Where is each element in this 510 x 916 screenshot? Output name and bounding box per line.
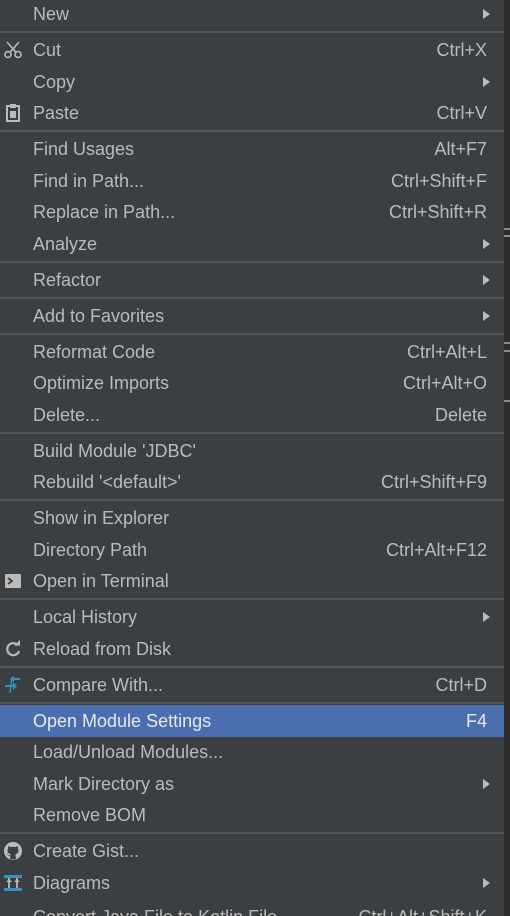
reload-icon bbox=[3, 639, 23, 659]
scissors-icon bbox=[3, 40, 23, 60]
shortcut-label: Ctrl+Alt+L bbox=[406, 341, 487, 362]
menu-item-label: Convert Java File to Kotlin File bbox=[33, 907, 277, 916]
menu-item-open-module-settings[interactable]: Open Module Settings F4 bbox=[0, 705, 504, 737]
separator bbox=[0, 31, 504, 33]
shortcut-label: Alt+F7 bbox=[434, 138, 487, 159]
menu-item-rebuild[interactable]: Rebuild '<default>' Ctrl+Shift+F9 bbox=[0, 467, 504, 497]
menu-item-label: Replace in Path... bbox=[33, 201, 176, 222]
diagram-icon bbox=[3, 873, 23, 893]
menu-item-label: Delete... bbox=[33, 404, 101, 425]
menu-item-delete[interactable]: Delete... Delete bbox=[0, 400, 504, 430]
menu-item-label: Reload from Disk bbox=[33, 638, 172, 659]
shortcut-label: Ctrl+V bbox=[436, 102, 487, 123]
menu-item-label: Analyze bbox=[33, 233, 98, 254]
menu-item-find-in-path[interactable]: Find in Path... Ctrl+Shift+F bbox=[0, 166, 504, 196]
menu-item-directory-path[interactable]: Directory Path Ctrl+Alt+F12 bbox=[0, 535, 504, 565]
menu-item-label: Paste bbox=[33, 102, 80, 123]
menu-item-copy[interactable]: Copy bbox=[0, 67, 504, 97]
menu-item-open-in-terminal[interactable]: Open in Terminal bbox=[0, 566, 504, 596]
menu-item-new[interactable]: New bbox=[0, 0, 504, 29]
submenu-arrow-icon bbox=[483, 311, 490, 321]
compare-icon bbox=[3, 675, 23, 695]
clipboard-icon bbox=[3, 103, 23, 123]
menu-item-remove-bom[interactable]: Remove BOM bbox=[0, 800, 504, 830]
menu-item-label: Local History bbox=[33, 606, 138, 627]
menu-item-diagrams[interactable]: Diagrams bbox=[0, 868, 504, 898]
separator bbox=[0, 333, 504, 335]
menu-item-label: Remove BOM bbox=[33, 804, 147, 825]
menu-item-reformat-code[interactable]: Reformat Code Ctrl+Alt+L bbox=[0, 337, 504, 367]
menu-item-build-module[interactable]: Build Module 'JDBC' bbox=[0, 436, 504, 466]
shortcut-label: Ctrl+Alt+Shift+K bbox=[358, 907, 487, 916]
menu-item-convert-java-to-kotlin[interactable]: Convert Java File to Kotlin File Ctrl+Al… bbox=[0, 902, 504, 916]
menu-item-optimize-imports[interactable]: Optimize Imports Ctrl+Alt+O bbox=[0, 368, 504, 398]
menu-item-label: Show in Explorer bbox=[33, 507, 170, 528]
menu-item-label: Mark Directory as bbox=[33, 773, 175, 794]
separator bbox=[0, 702, 504, 704]
menu-item-label: Find in Path... bbox=[33, 170, 145, 191]
separator bbox=[0, 261, 504, 263]
menu-item-label: Add to Favorites bbox=[33, 305, 165, 326]
submenu-arrow-icon bbox=[483, 612, 490, 622]
menu-item-label: Create Gist... bbox=[33, 840, 140, 861]
menu-item-label: Load/Unload Modules... bbox=[33, 741, 224, 762]
menu-item-find-usages[interactable]: Find Usages Alt+F7 bbox=[0, 134, 504, 164]
shortcut-label: Delete bbox=[434, 404, 487, 425]
menu-item-label: Compare With... bbox=[33, 674, 164, 695]
menu-item-reload-from-disk[interactable]: Reload from Disk bbox=[0, 634, 504, 664]
separator bbox=[0, 499, 504, 501]
menu-item-label: Open in Terminal bbox=[33, 570, 169, 591]
menu-item-label: Copy bbox=[33, 71, 76, 92]
menu-item-label: Find Usages bbox=[33, 138, 135, 159]
separator bbox=[0, 666, 504, 668]
terminal-icon bbox=[3, 571, 23, 591]
menu-item-label: Directory Path bbox=[33, 539, 148, 560]
submenu-arrow-icon bbox=[483, 9, 490, 19]
menu-item-label: Reformat Code bbox=[33, 341, 156, 362]
menu-item-load-unload-modules[interactable]: Load/Unload Modules... bbox=[0, 737, 504, 767]
menu-item-label: Diagrams bbox=[33, 872, 111, 893]
shortcut-label: Ctrl+Alt+O bbox=[402, 372, 487, 393]
menu-item-create-gist[interactable]: Create Gist... bbox=[0, 836, 504, 866]
shortcut-label: Ctrl+D bbox=[435, 674, 487, 695]
menu-item-show-in-explorer[interactable]: Show in Explorer bbox=[0, 503, 504, 533]
shortcut-label: Ctrl+Alt+F12 bbox=[385, 539, 487, 560]
menu-item-compare-with[interactable]: Compare With... Ctrl+D bbox=[0, 670, 504, 700]
shortcut-label: Ctrl+Shift+F bbox=[390, 170, 487, 191]
menu-item-label: Optimize Imports bbox=[33, 372, 170, 393]
shortcut-label: Ctrl+X bbox=[436, 39, 487, 60]
submenu-arrow-icon bbox=[483, 275, 490, 285]
menu-item-label: New bbox=[33, 3, 70, 24]
submenu-arrow-icon bbox=[483, 878, 490, 888]
menu-item-label: Rebuild '<default>' bbox=[33, 471, 181, 492]
menu-item-cut[interactable]: Cut Ctrl+X bbox=[0, 35, 504, 65]
menu-item-add-to-favorites[interactable]: Add to Favorites bbox=[0, 301, 504, 331]
shortcut-label: Ctrl+Shift+F9 bbox=[380, 471, 487, 492]
menu-item-analyze[interactable]: Analyze bbox=[0, 229, 504, 259]
shortcut-label: Ctrl+Shift+R bbox=[388, 201, 487, 222]
submenu-arrow-icon bbox=[483, 239, 490, 249]
context-menu: New Cut Ctrl+X Copy Paste Ctrl+V Find Us… bbox=[0, 0, 510, 916]
shortcut-label: F4 bbox=[465, 710, 487, 731]
separator bbox=[0, 832, 504, 834]
submenu-arrow-icon bbox=[483, 779, 490, 789]
separator bbox=[0, 432, 504, 434]
menu-item-local-history[interactable]: Local History bbox=[0, 602, 504, 632]
menu-item-label: Build Module 'JDBC' bbox=[33, 440, 196, 461]
separator bbox=[0, 598, 504, 600]
menu-item-label: Refactor bbox=[33, 269, 102, 290]
menu-item-label: Cut bbox=[33, 39, 62, 60]
menu-item-paste[interactable]: Paste Ctrl+V bbox=[0, 98, 504, 128]
separator bbox=[0, 297, 504, 299]
menu-item-label: Open Module Settings bbox=[33, 710, 212, 731]
submenu-arrow-icon bbox=[483, 77, 490, 87]
menu-item-mark-directory-as[interactable]: Mark Directory as bbox=[0, 769, 504, 799]
menu-item-refactor[interactable]: Refactor bbox=[0, 265, 504, 295]
separator bbox=[0, 130, 504, 132]
github-icon bbox=[3, 841, 23, 861]
menu-edge bbox=[504, 0, 510, 916]
menu-item-replace-in-path[interactable]: Replace in Path... Ctrl+Shift+R bbox=[0, 197, 504, 227]
